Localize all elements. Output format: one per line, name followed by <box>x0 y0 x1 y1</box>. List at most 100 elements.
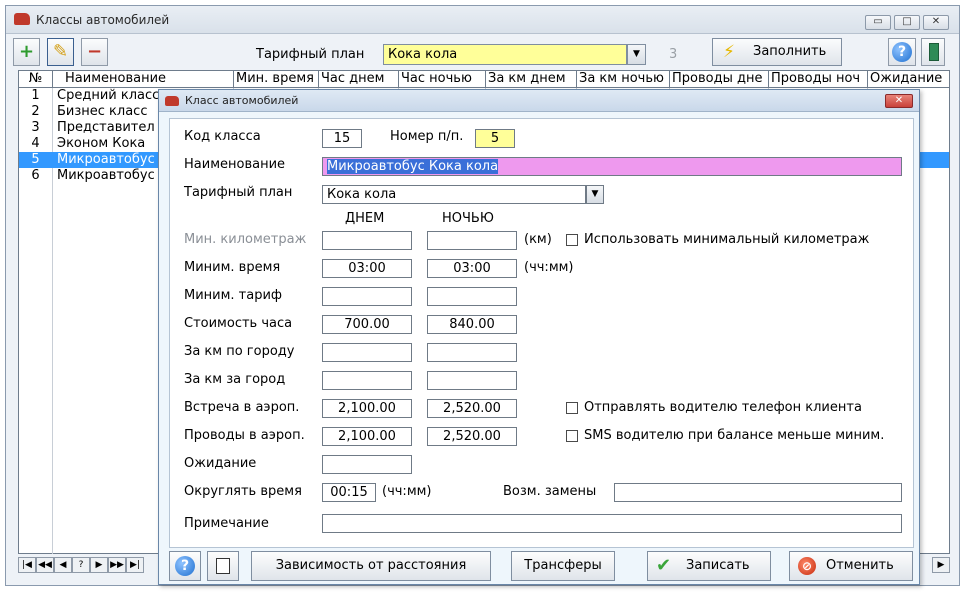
nomer-field[interactable]: 5 <box>475 129 515 148</box>
tarif-count: 3 <box>669 47 678 62</box>
transfers-button[interactable]: Трансферы <box>511 551 615 581</box>
fill-button-label: Заполнить <box>753 44 827 59</box>
nomer-label: Номер п/п. <box>390 129 464 144</box>
class-dialog: Класс автомобилей ✕ Код класса 15 Номер … <box>158 89 920 585</box>
minimize-button[interactable]: ▭ <box>865 15 891 30</box>
kod-field[interactable]: 15 <box>322 129 362 148</box>
km-out-night-field[interactable] <box>427 371 517 390</box>
km-city-label: За км по городу <box>184 344 295 359</box>
min-tarif-night-field[interactable] <box>427 287 517 306</box>
min-km-day-field[interactable] <box>322 231 412 250</box>
column-header[interactable]: Мин. время <box>234 71 319 87</box>
min-km-night-field[interactable] <box>427 231 517 250</box>
add-button[interactable]: + <box>13 38 40 66</box>
nav-first-button[interactable]: |◀ <box>18 557 36 573</box>
chevron-down-icon[interactable]: ▼ <box>586 185 604 204</box>
see-day-field[interactable]: 2,100.00 <box>322 427 412 446</box>
replace-field[interactable] <box>614 483 902 502</box>
column-header[interactable]: Ожидание <box>868 71 950 87</box>
column-header[interactable]: Час ночью <box>399 71 486 87</box>
see-label: Проводы в аэроп. <box>184 428 305 443</box>
min-time-label: Миним. время <box>184 260 281 275</box>
tarif-select[interactable]: Кока кола <box>383 44 627 65</box>
chevron-down-icon[interactable]: ▼ <box>627 44 646 65</box>
meet-label: Встреча в аэроп. <box>184 400 300 415</box>
meet-night-field[interactable]: 2,520.00 <box>427 399 517 418</box>
see-night-field[interactable]: 2,520.00 <box>427 427 517 446</box>
kod-label: Код класса <box>184 129 261 144</box>
edit-button[interactable]: ✎ <box>47 38 74 66</box>
min-tarif-day-field[interactable] <box>322 287 412 306</box>
row-name: Микроавтобус <box>57 152 155 167</box>
tarif-select[interactable]: Кока кола <box>322 185 586 204</box>
column-header[interactable]: Наименование <box>53 71 234 87</box>
tarif-label: Тарифный план <box>256 47 365 62</box>
nav-prev-page-button[interactable]: ◀◀ <box>36 557 54 573</box>
pencil-icon: ✎ <box>52 41 69 62</box>
dialog-help-button[interactable]: ? <box>169 551 201 581</box>
help-icon: ? <box>175 556 195 576</box>
round-unit: (чч:мм) <box>382 484 432 499</box>
column-header[interactable]: № <box>19 71 53 87</box>
nav-next-button[interactable]: ▶ <box>90 557 108 573</box>
round-label: Округлять время <box>184 484 302 499</box>
car-icon <box>14 13 30 25</box>
exit-button[interactable] <box>921 38 945 66</box>
column-header[interactable]: За км ночью <box>577 71 670 87</box>
scroll-right-button[interactable]: ▶ <box>932 557 950 573</box>
dialog-close-button[interactable]: ✕ <box>885 94 913 108</box>
column-header[interactable]: Час днем <box>319 71 399 87</box>
column-header[interactable]: Проводы ноч <box>769 71 868 87</box>
row-name: Эконом Кока <box>57 136 146 151</box>
km-out-day-field[interactable] <box>322 371 412 390</box>
row-name: Микроавтобус <box>57 168 155 183</box>
close-button[interactable]: ✕ <box>923 15 949 30</box>
round-field[interactable]: 00:15 <box>322 483 376 502</box>
row-number: 5 <box>31 152 40 167</box>
sms-label: SMS водителю при балансе меньше миним. <box>584 428 885 443</box>
column-header[interactable]: За км днем <box>486 71 577 87</box>
row-number: 2 <box>31 104 40 119</box>
column-header[interactable]: Проводы дне <box>670 71 769 87</box>
meet-day-field[interactable]: 2,100.00 <box>322 399 412 418</box>
row-name: Бизнес класс <box>57 104 148 119</box>
distance-dependency-button[interactable]: Зависимость от расстояния <box>251 551 491 581</box>
nav-last-button[interactable]: ▶| <box>126 557 144 573</box>
hour-cost-day-field[interactable]: 700.00 <box>322 315 412 334</box>
window-title: Классы автомобилей <box>36 13 170 27</box>
calculator-icon <box>216 558 230 574</box>
car-icon <box>165 96 179 106</box>
record-navigator: |◀ ◀◀ ◀ ? ▶ ▶▶ ▶| <box>18 557 144 573</box>
maximize-button[interactable]: □ <box>894 15 920 30</box>
toolbar: + ✎ − Тарифный план Кока кола ▼ 3 ⚡ Запо… <box>6 35 959 71</box>
note-field[interactable] <box>322 514 902 533</box>
row-number: 4 <box>31 136 40 151</box>
row-number: 3 <box>31 120 40 135</box>
help-button[interactable]: ? <box>888 38 916 66</box>
delete-button[interactable]: − <box>81 38 108 66</box>
calculator-button[interactable] <box>207 551 239 581</box>
hour-cost-night-field[interactable]: 840.00 <box>427 315 517 334</box>
wait-field[interactable] <box>322 455 412 474</box>
cancel-button-label: Отменить <box>826 558 894 573</box>
day-header: ДНЕМ <box>345 211 385 226</box>
nav-search-button[interactable]: ? <box>72 557 90 573</box>
km-city-day-field[interactable] <box>322 343 412 362</box>
cancel-button[interactable]: ⊘ Отменить <box>789 551 913 581</box>
min-time-night-field[interactable]: 03:00 <box>427 259 517 278</box>
exit-door-icon <box>929 43 939 61</box>
dialog-form: Код класса 15 Номер п/п. 5 Наименование … <box>169 118 914 548</box>
replace-label: Возм. замены <box>503 484 597 499</box>
sms-checkbox[interactable] <box>566 430 578 442</box>
min-time-day-field[interactable]: 03:00 <box>322 259 412 278</box>
nav-next-page-button[interactable]: ▶▶ <box>108 557 126 573</box>
nav-prev-button[interactable]: ◀ <box>54 557 72 573</box>
fill-button[interactable]: ⚡ Заполнить <box>712 38 842 66</box>
row-number: 6 <box>31 168 40 183</box>
km-city-night-field[interactable] <box>427 343 517 362</box>
min-km-checkbox[interactable] <box>566 234 578 246</box>
send-phone-checkbox[interactable] <box>566 402 578 414</box>
save-button[interactable]: ✔ Записать <box>647 551 771 581</box>
name-field[interactable]: Микроавтобус Кока кола <box>322 157 902 176</box>
table-header: № Наименование Мин. время Час днем Час н… <box>19 71 949 88</box>
